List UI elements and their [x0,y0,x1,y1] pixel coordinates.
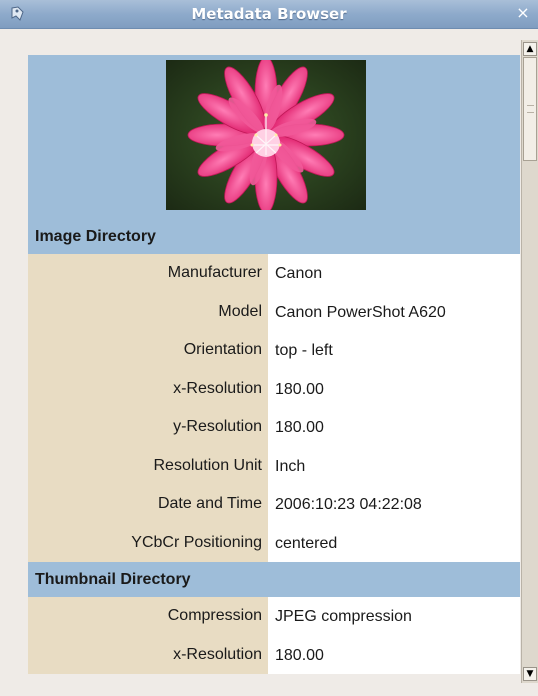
section-header-image-directory: Image Directory [28,223,520,254]
field-value: 180.00 [268,408,520,447]
field-label: Date and Time [28,485,268,524]
metadata-row: y-Resolution 180.00 [28,408,520,447]
thumb-grip-icon [527,105,534,113]
field-label: Model [28,292,268,331]
flower-thumbnail-image [166,60,366,210]
metadata-row: Model Canon PowerShot A620 [28,292,520,331]
scrollbar-thumb[interactable] [523,57,537,161]
metadata-view[interactable]: Image Directory Manufacturer Canon Model… [28,55,520,687]
close-button[interactable]: × [514,4,532,22]
metadata-row: YCbCr Positioning centered [28,523,520,562]
metadata-row: Date and Time 2006:10:23 04:22:08 [28,485,520,524]
field-label: y-Resolution [28,408,268,447]
field-value: top - left [268,331,520,370]
field-value: centered [268,523,520,562]
window-title: Metadata Browser [191,5,347,23]
vertical-scrollbar[interactable]: ▲ ▼ [521,40,538,683]
field-label: Manufacturer [28,254,268,293]
image-preview-panel [28,55,520,225]
title-bar[interactable]: Metadata Browser × [0,0,538,29]
field-label: x-Resolution [28,635,268,674]
field-value: 180.00 [268,369,520,408]
field-label: Resolution Unit [28,446,268,485]
scroll-up-icon[interactable]: ▲ [523,42,537,56]
field-label: YCbCr Positioning [28,523,268,562]
scroll-down-icon[interactable]: ▼ [523,667,537,681]
metadata-row: Orientation top - left [28,331,520,370]
field-label: Orientation [28,331,268,370]
field-label: x-Resolution [28,369,268,408]
metadata-row: Manufacturer Canon [28,254,520,293]
metadata-row: Resolution Unit Inch [28,446,520,485]
field-value: Canon [268,254,520,293]
field-value: 2006:10:23 04:22:08 [268,485,520,524]
section-header-thumbnail-directory: Thumbnail Directory [28,562,520,597]
field-value: Inch [268,446,520,485]
metadata-browser-window: Metadata Browser × Image Directory Manuf… [0,0,538,696]
field-value: Canon PowerShot A620 [268,292,520,331]
metadata-row: x-Resolution 180.00 [28,369,520,408]
metadata-row: Compression JPEG compression [28,597,520,636]
field-value: JPEG compression [268,597,520,636]
field-label: Compression [28,597,268,636]
metadata-row: x-Resolution 180.00 [28,635,520,674]
field-value: 180.00 [268,635,520,674]
